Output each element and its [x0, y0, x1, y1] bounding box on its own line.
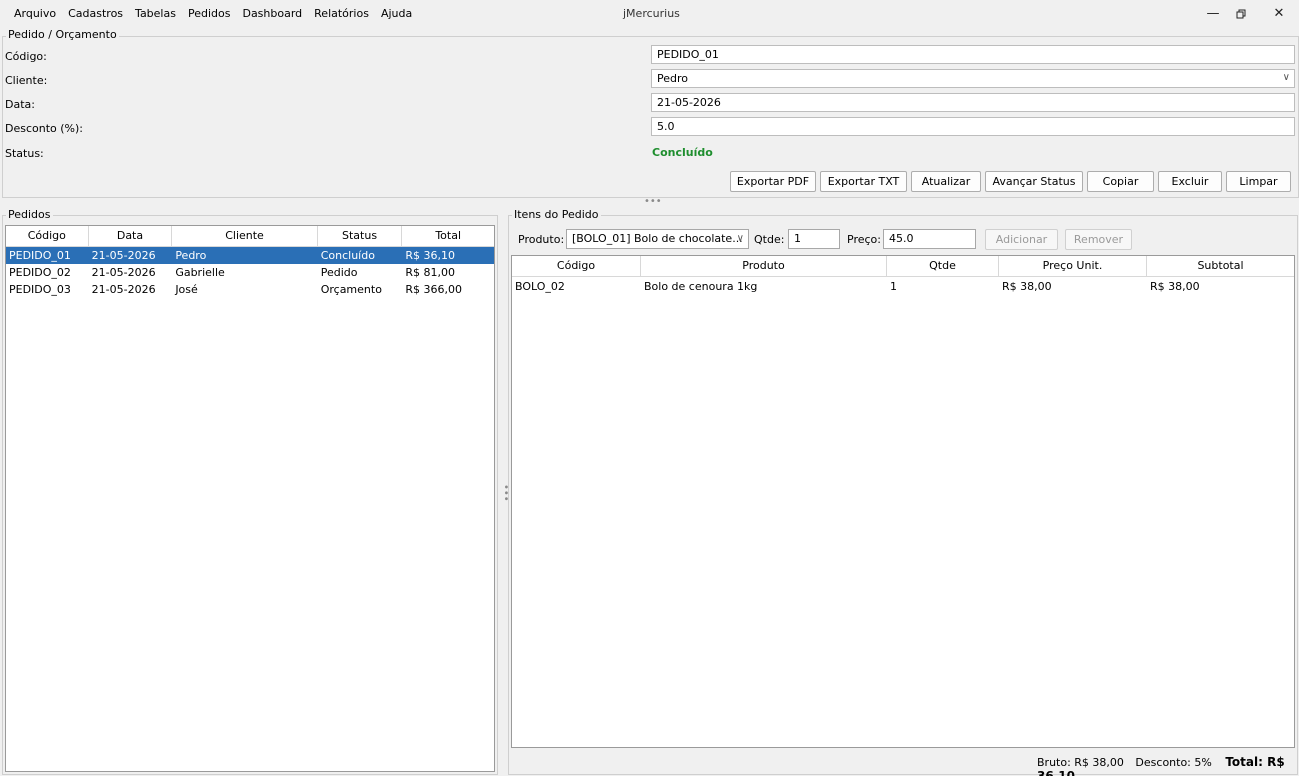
desconto-summary: Desconto: 5% — [1135, 756, 1212, 769]
cell-cliente: José — [175, 283, 198, 296]
menu-arquivo[interactable]: Arquivo — [8, 7, 62, 20]
itens-table-header: Código Produto Qtde Preço Unit. Subtotal — [512, 256, 1294, 277]
table-row[interactable]: PEDIDO_02 21-05-2026 Gabrielle Pedido R$… — [6, 264, 494, 281]
cell-codigo: PEDIDO_02 — [9, 266, 71, 279]
chevron-down-icon[interactable]: ∨ — [737, 232, 744, 246]
menu-tabelas[interactable]: Tabelas — [129, 7, 182, 20]
pedidos-table-header: Código Data Cliente Status Total — [6, 226, 494, 247]
itens-table: Código Produto Qtde Preço Unit. Subtotal… — [511, 255, 1295, 748]
status-value: Concluído — [652, 146, 713, 159]
codigo-label: Código: — [5, 50, 47, 63]
cell-status: Concluído — [320, 249, 375, 262]
col-subtotal[interactable]: Subtotal — [1147, 256, 1294, 276]
cliente-combo[interactable]: Pedro ∨ — [651, 69, 1295, 88]
pedidos-title: Pedidos — [6, 208, 53, 221]
avancar-status-button[interactable]: Avançar Status — [985, 171, 1083, 192]
cell-data: 21-05-2026 — [91, 266, 156, 279]
cell-produto: Bolo de cenoura 1kg — [644, 280, 758, 293]
col-data[interactable]: Data — [89, 226, 173, 246]
menu-dashboard[interactable]: Dashboard — [236, 7, 308, 20]
cell-status: Orçamento — [320, 283, 382, 296]
col-cliente[interactable]: Cliente — [172, 226, 318, 246]
totals-bar: Bruto: R$ 38,00 Desconto: 5% Total: R$ 3… — [1037, 755, 1299, 776]
cliente-label: Cliente: — [5, 74, 48, 87]
preco-field[interactable]: 45.0 — [883, 229, 976, 249]
cell-codigo: PEDIDO_03 — [9, 283, 71, 296]
close-icon[interactable]: ✕ — [1259, 3, 1299, 25]
cell-codigo: BOLO_02 — [515, 280, 565, 293]
cell-qtde: 1 — [890, 280, 897, 293]
bruto-value: Bruto: R$ 38,00 — [1037, 756, 1124, 769]
cell-codigo: PEDIDO_01 — [9, 249, 71, 262]
copiar-button[interactable]: Copiar — [1087, 171, 1154, 192]
cliente-combo-value: Pedro — [657, 72, 689, 85]
menu-ajuda[interactable]: Ajuda — [375, 7, 418, 20]
menu-cadastros[interactable]: Cadastros — [62, 7, 129, 20]
col-total[interactable]: Total — [402, 226, 494, 246]
window-title: jMercurius — [623, 7, 680, 20]
qtde-field[interactable]: 1 — [788, 229, 840, 249]
data-field[interactable]: 21-05-2026 — [651, 93, 1295, 112]
data-label: Data: — [5, 98, 35, 111]
col-codigo[interactable]: Código — [512, 256, 641, 276]
col-produto[interactable]: Produto — [641, 256, 887, 276]
cell-data: 21-05-2026 — [91, 249, 156, 262]
table-row[interactable]: BOLO_02 Bolo de cenoura 1kg 1 R$ 38,00 R… — [512, 277, 1294, 297]
cell-total: R$ 81,00 — [405, 266, 455, 279]
menu-pedidos[interactable]: Pedidos — [182, 7, 237, 20]
produto-label: Produto: — [518, 233, 565, 246]
col-preco-unit[interactable]: Preço Unit. — [999, 256, 1147, 276]
atualizar-button[interactable]: Atualizar — [911, 171, 981, 192]
produto-combo-value: [BOLO_01] Bolo de chocolate... — [572, 232, 743, 245]
menu-bar: Arquivo Cadastros Tabelas Pedidos Dashbo… — [8, 7, 418, 20]
cell-cliente: Gabrielle — [175, 266, 225, 279]
remover-button[interactable]: Remover — [1065, 229, 1132, 250]
itens-title: Itens do Pedido — [512, 208, 601, 221]
order-form-title: Pedido / Orçamento — [6, 28, 119, 41]
table-row[interactable]: PEDIDO_03 21-05-2026 José Orçamento R$ 3… — [6, 281, 494, 298]
splitter-handle-horizontal[interactable]: ••• — [644, 196, 662, 207]
col-qtde[interactable]: Qtde — [887, 256, 999, 276]
col-status[interactable]: Status — [318, 226, 403, 246]
table-row[interactable]: PEDIDO_01 21-05-2026 Pedro Concluído R$ … — [6, 247, 494, 264]
desconto-label: Desconto (%): — [5, 122, 83, 135]
export-txt-button[interactable]: Exportar TXT — [820, 171, 907, 192]
desconto-field[interactable]: 5.0 — [651, 117, 1295, 136]
produto-combo[interactable]: [BOLO_01] Bolo de chocolate... ∨ — [566, 229, 749, 249]
limpar-button[interactable]: Limpar — [1226, 171, 1291, 192]
menu-relatorios[interactable]: Relatórios — [308, 7, 375, 20]
preco-label: Preço: — [847, 233, 881, 246]
codigo-field[interactable]: PEDIDO_01 — [651, 45, 1295, 64]
adicionar-button[interactable]: Adicionar — [985, 229, 1058, 250]
cell-subtotal: R$ 38,00 — [1150, 280, 1200, 293]
cell-preco-unit: R$ 38,00 — [1002, 280, 1052, 293]
excluir-button[interactable]: Excluir — [1158, 171, 1222, 192]
pedidos-table: Código Data Cliente Status Total PEDIDO_… — [5, 225, 495, 772]
cell-total: R$ 366,00 — [405, 283, 462, 296]
col-codigo[interactable]: Código — [6, 226, 89, 246]
status-label: Status: — [5, 147, 44, 160]
title-bar: Arquivo Cadastros Tabelas Pedidos Dashbo… — [0, 0, 1299, 28]
cell-total: R$ 36,10 — [405, 249, 455, 262]
cell-cliente: Pedro — [175, 249, 207, 262]
restore-icon[interactable] — [1221, 3, 1261, 25]
export-pdf-button[interactable]: Exportar PDF — [730, 171, 816, 192]
cell-status: Pedido — [320, 266, 358, 279]
chevron-down-icon[interactable]: ∨ — [1283, 71, 1290, 84]
cell-data: 21-05-2026 — [91, 283, 156, 296]
qtde-label: Qtde: — [754, 233, 785, 246]
